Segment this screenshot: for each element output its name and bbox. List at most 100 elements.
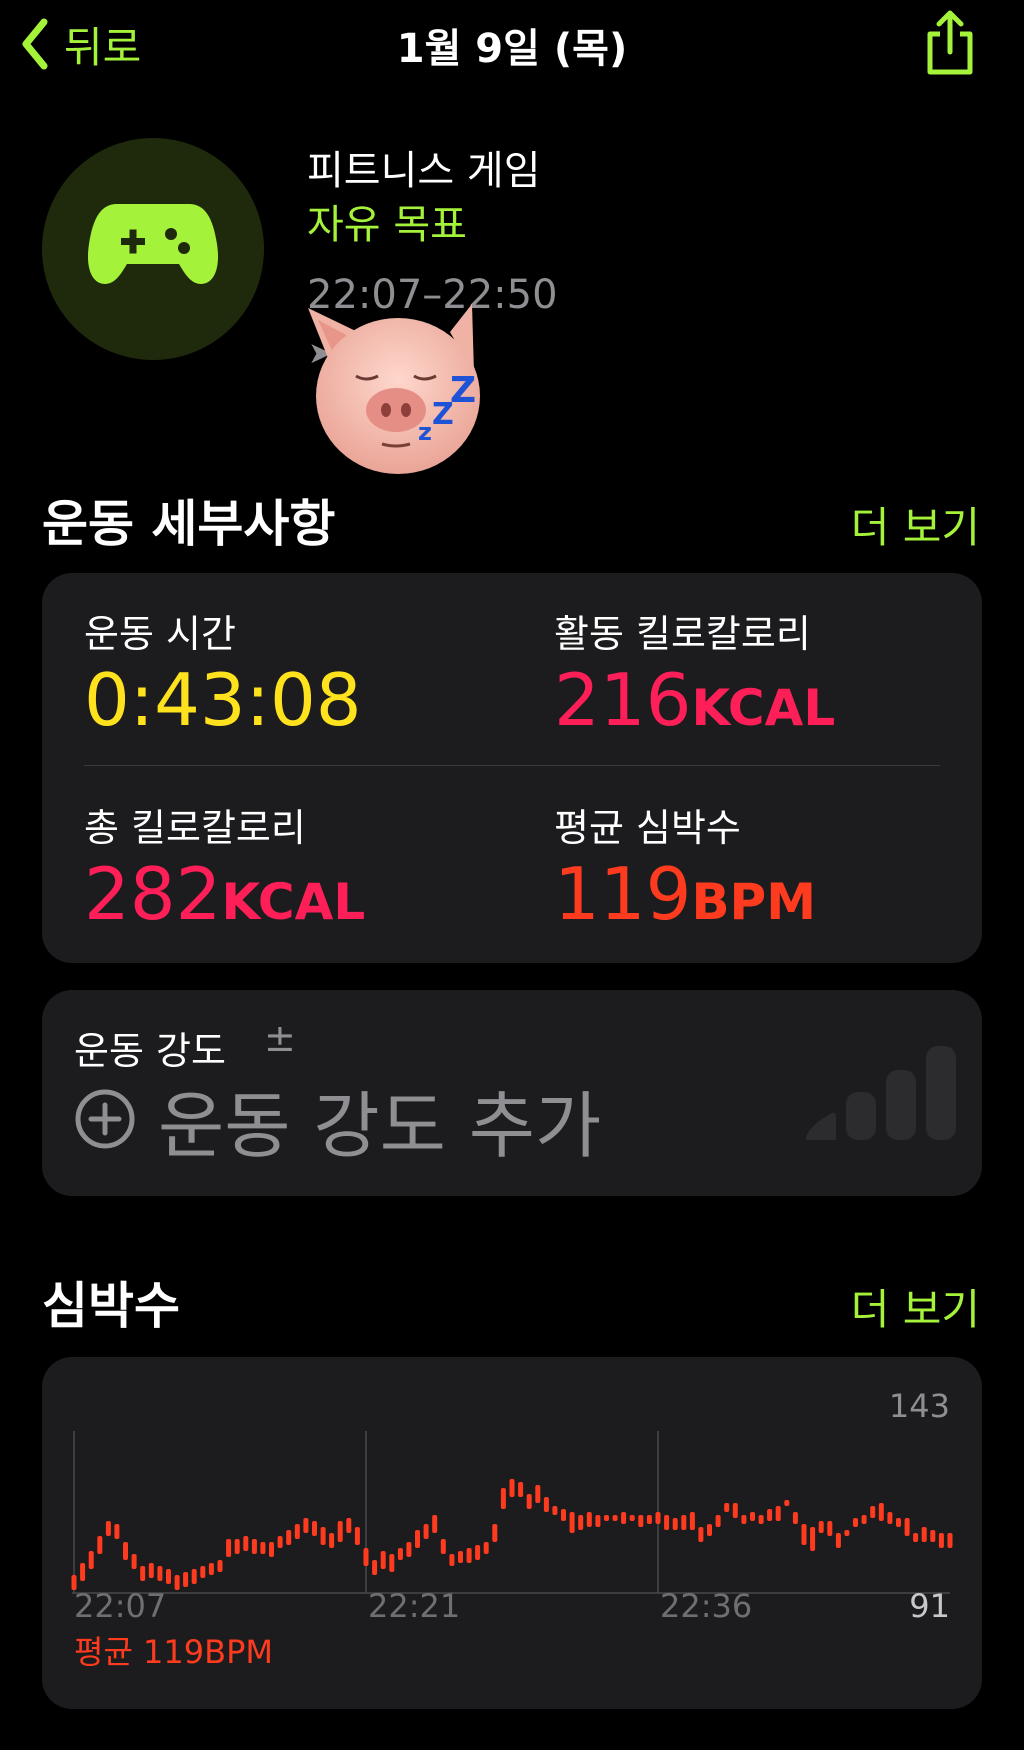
details-section-title: 운동 세부사항 [42, 495, 336, 553]
heart-rate-bar [483, 1542, 489, 1554]
heart-rate-bar [664, 1515, 670, 1530]
heart-rate-bar [500, 1488, 506, 1509]
share-button[interactable] [920, 8, 980, 78]
heart-rate-bar [689, 1512, 695, 1530]
heart-rate-bar [157, 1566, 163, 1581]
metric-total-kcal: 총 킬로칼로리 282KCAL [84, 797, 365, 942]
heart-rate-bar [226, 1539, 232, 1557]
heart-rate-bar [887, 1512, 893, 1524]
heart-rate-bar [286, 1530, 292, 1545]
heart-rate-bar [475, 1545, 481, 1560]
navigation-bar: 뒤로 1월 9일 (목) [0, 0, 1024, 90]
heart-rate-bar [312, 1521, 317, 1536]
details-more-link[interactable]: 더 보기 [851, 494, 980, 555]
heart-rate-bar [698, 1527, 704, 1542]
heart-rate-bar [552, 1506, 558, 1515]
heart-rate-bar [938, 1533, 944, 1548]
heart-rate-bar [672, 1518, 678, 1530]
heart-rate-bar [346, 1518, 352, 1533]
metric-label: 평균 심박수 [554, 806, 741, 850]
heart-rate-bar [329, 1533, 335, 1548]
plus-minus-icon: ± [264, 1016, 296, 1060]
heart-rate-bar [415, 1530, 420, 1548]
workout-badge [42, 138, 264, 360]
heart-rate-bar [200, 1566, 206, 1578]
heart-rate-bar [389, 1554, 395, 1572]
svg-text:z: z [418, 418, 432, 446]
heart-rate-bar [294, 1524, 300, 1539]
heart-rate-bar [466, 1548, 472, 1563]
metric-value: 282KCAL [84, 852, 366, 936]
heart-rate-bar [792, 1512, 798, 1524]
heart-rate-bar [148, 1563, 154, 1578]
heart-rate-bar [853, 1518, 858, 1527]
add-intensity-button[interactable]: 운동 강도 추가 [74, 1076, 601, 1168]
heart-rate-bar [380, 1551, 386, 1569]
metric-label: 운동 시간 [84, 612, 236, 656]
heart-rate-bar [526, 1494, 532, 1509]
heart-rate-bar [870, 1506, 876, 1518]
heart-rate-bar [801, 1524, 807, 1545]
heart-rate-bar [775, 1506, 781, 1521]
heart-rate-bar [123, 1542, 128, 1560]
heart-rate-bar [234, 1539, 240, 1554]
heart-rate-section-title: 심박수 [42, 1277, 180, 1335]
heart-rate-bar [878, 1503, 884, 1521]
heart-rate-bar [397, 1548, 403, 1560]
heart-rate-bar [707, 1524, 712, 1536]
heart-rate-bar [595, 1515, 601, 1527]
heart-rate-bar [217, 1560, 223, 1572]
heart-rate-bar [732, 1503, 738, 1518]
heart-rate-bar [604, 1515, 609, 1521]
x-tick-label: 22:07 [74, 1587, 167, 1625]
heart-rate-bar [861, 1515, 867, 1524]
metric-label: 총 킬로칼로리 [84, 806, 306, 850]
plus-circle-icon [75, 1089, 135, 1149]
intensity-card: 운동 강도 ± 운동 강도 추가 [42, 990, 982, 1196]
heart-rate-bar [320, 1527, 326, 1545]
heart-rate-bar [543, 1497, 549, 1512]
heart-rate-bar [97, 1536, 103, 1554]
heart-rate-bar [818, 1521, 824, 1533]
heart-rate-bar [930, 1530, 936, 1542]
heart-rate-bar [741, 1515, 747, 1524]
heart-rate-bar [810, 1527, 816, 1551]
heart-rate-bar [561, 1509, 566, 1521]
heart-rate-bar [629, 1515, 635, 1521]
heart-rate-bar [208, 1563, 214, 1575]
svg-text:Z: Z [450, 370, 476, 411]
heart-rate-bar [904, 1518, 910, 1536]
x-tick-label: 22:36 [660, 1587, 753, 1625]
heart-rate-bar [535, 1485, 541, 1503]
chart-min-label: 91 [909, 1587, 950, 1625]
metric-workout-time: 운동 시간 0:43:08 [84, 603, 362, 748]
heart-rate-bar [509, 1479, 515, 1497]
workout-title: 피트니스 게임 [307, 148, 541, 194]
heart-rate-bar [827, 1521, 833, 1536]
heart-rate-bar [440, 1539, 446, 1554]
intensity-bars-icon [806, 1046, 956, 1140]
metrics-divider [84, 765, 940, 766]
heart-rate-bar [140, 1566, 146, 1581]
heart-rate-bar [681, 1515, 687, 1530]
heart-rate-bar [449, 1554, 455, 1566]
metric-value: 0:43:08 [84, 658, 362, 742]
heart-rate-bar [354, 1527, 360, 1545]
heart-rate-bar [844, 1530, 850, 1536]
heart-rate-bar [458, 1551, 463, 1563]
heart-rate-bar [569, 1512, 575, 1533]
heart-rate-bar [337, 1521, 343, 1542]
metric-avg-heart-rate: 평균 심박수 119BPM [554, 797, 816, 942]
heart-rate-bar [492, 1524, 498, 1542]
heart-rate-bar [432, 1515, 438, 1533]
x-tick-label: 22:21 [368, 1587, 461, 1625]
heart-rate-bar [88, 1551, 94, 1569]
heart-rate-bar [921, 1527, 927, 1542]
heart-rate-more-link[interactable]: 더 보기 [851, 1276, 980, 1337]
heart-rate-bar [758, 1515, 764, 1524]
heart-rate-bar [578, 1515, 584, 1530]
heart-rate-bar [638, 1515, 644, 1527]
metric-value: 216KCAL [554, 658, 836, 742]
heart-rate-bar [114, 1524, 120, 1539]
heart-rate-bar [363, 1548, 369, 1566]
